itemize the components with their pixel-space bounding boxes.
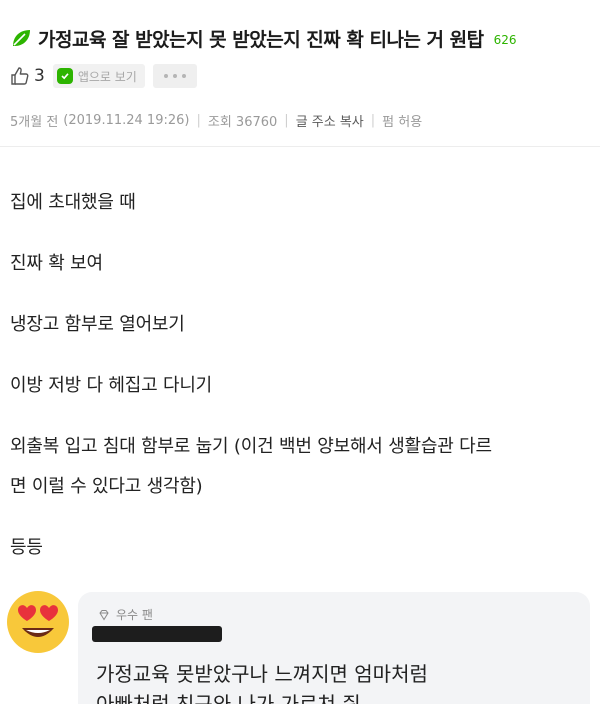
body-line: 등등 xyxy=(10,537,43,558)
comment-badge-label: 우수 팬 xyxy=(116,608,153,622)
comment-text: 가정교육 못받았구나 느껴지면 엄마처럼 xyxy=(96,662,428,686)
diamond-icon xyxy=(98,609,110,621)
header-divider xyxy=(0,146,600,147)
thumbs-up-icon[interactable] xyxy=(10,66,30,86)
body-line: 이방 저방 다 헤집고 다니기 xyxy=(10,375,213,396)
body-line: 진짜 확 보여 xyxy=(10,253,103,274)
heart-eyes-emoji-icon[interactable] xyxy=(4,588,72,656)
body-line: 면 이럴 수 있다고 생각함) xyxy=(10,476,203,497)
post-actions: 3 앱으로 보기 xyxy=(10,62,197,90)
body-line: 집에 초대했을 때 xyxy=(10,192,136,213)
copy-url-link[interactable]: 글 주소 복사 xyxy=(296,111,364,130)
meta-separator: | xyxy=(370,112,376,128)
app-icon xyxy=(56,68,73,84)
more-dots-icon[interactable] xyxy=(152,64,197,88)
leaf-icon xyxy=(10,27,32,49)
like-count: 3 xyxy=(34,66,45,86)
comment-count[interactable]: 626 xyxy=(494,33,517,47)
view-count: 조회 36760 xyxy=(207,114,278,130)
redacted-username xyxy=(92,626,222,642)
comment-card: 우수 팬 가정교육 못받았구나 느껴지면 엄마처럼 아빠처럼 친구와 나가 가르… xyxy=(78,592,590,704)
post-datetime: (2019.11.24 19:26) xyxy=(63,112,190,128)
app-view-label: 앱으로 보기 xyxy=(77,69,137,84)
meta-separator: | xyxy=(284,112,289,128)
comment-text: 아빠처럼 친구와 나가 가르쳐 줘 xyxy=(96,692,361,704)
relative-time: 5개월 전 xyxy=(10,114,59,130)
app-view-button[interactable]: 앱으로 보기 xyxy=(52,64,145,88)
meta-separator: | xyxy=(196,112,201,128)
post-header: 가정교육 잘 받았는지 못 받았는지 진짜 확 티나는 거 원탑 626 xyxy=(10,20,590,56)
body-line: 냉장고 함부로 열어보기 xyxy=(10,314,185,335)
post-title: 가정교육 잘 받았는지 못 받았는지 진짜 확 티나는 거 원탑 xyxy=(38,28,484,51)
comment-badge: 우수 팬 xyxy=(98,606,153,623)
body-line: 외출복 입고 침대 함부로 눕기 (이건 백번 양보해서 생활습관 다르 xyxy=(10,436,492,457)
share-permission: 펌 허용 xyxy=(382,114,423,130)
post-meta: 5개월 전 (2019.11.24 19:26) | 조회 36760 | 글 … xyxy=(10,110,422,130)
